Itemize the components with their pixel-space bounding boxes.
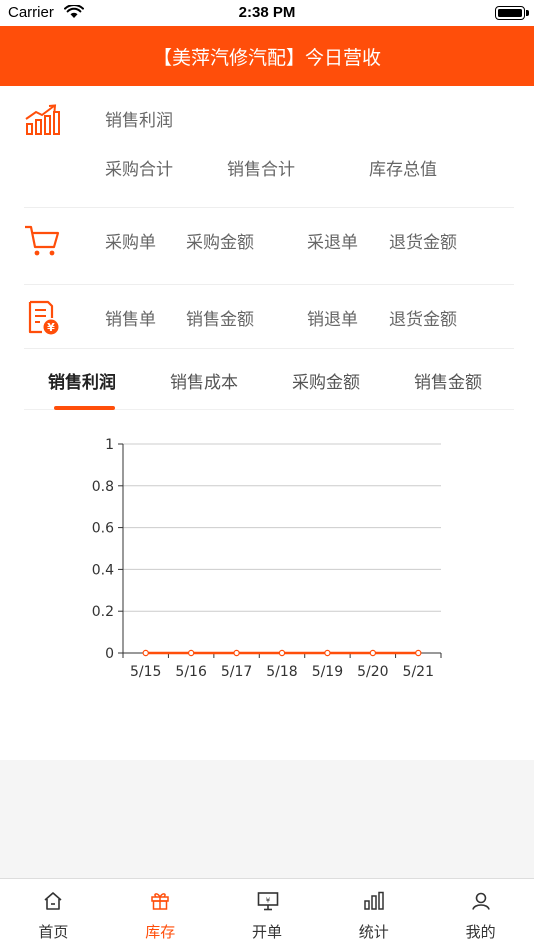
tab-purchase-amount[interactable]: 采购金额	[292, 368, 360, 393]
chart-tabs: 销售利润 销售成本 采购金额 销售金额	[24, 348, 514, 410]
divider	[24, 284, 514, 285]
y-tick-label: 0.6	[92, 521, 114, 537]
data-point	[369, 649, 377, 657]
profit-label: 销售利润	[105, 111, 173, 131]
y-tick-label: 0.4	[92, 562, 114, 578]
cart-icon	[25, 225, 60, 256]
invoice-yuan-icon: ¥	[28, 300, 59, 335]
tabbar-label: 首页	[38, 923, 69, 941]
divider	[24, 207, 514, 208]
y-tick-label: 0	[105, 646, 114, 662]
tab-active-indicator	[54, 406, 115, 410]
data-point	[278, 649, 286, 657]
monitor-icon: ¥	[257, 892, 278, 911]
battery-icon	[495, 6, 529, 20]
x-tick-label: 5/15	[130, 664, 161, 680]
tabbar-label: 库存	[145, 923, 176, 941]
sales-total-label: 销售合计	[227, 160, 295, 180]
purchase-refund-amount-label: 退货金额	[389, 233, 457, 253]
status-bar: Carrier 2:38 PM	[0, 0, 534, 26]
home-icon	[44, 892, 62, 910]
user-icon	[472, 892, 490, 910]
tabbar-label: 统计	[358, 923, 389, 941]
x-tick-label: 5/17	[221, 664, 252, 680]
trend-chart-icon	[25, 104, 60, 135]
y-tick-label: 0.8	[92, 479, 114, 495]
x-tick-label: 5/16	[175, 664, 207, 680]
purchase-total-label: 采购合计	[105, 160, 173, 180]
sales-return-label: 销退单	[307, 310, 358, 330]
x-tick-label: 5/18	[266, 664, 297, 680]
tabbar-item-home[interactable]: 首页	[0, 879, 107, 950]
x-tick-label: 5/20	[357, 664, 388, 680]
tabbar-label: 开单	[251, 923, 282, 941]
y-tick-label: 0.2	[92, 604, 114, 620]
purchase-amount-label: 采购金额	[186, 233, 254, 253]
x-tick-label: 5/21	[403, 664, 434, 680]
bottom-tab-bar: 首页 库存 ¥ 开单 统计 我的	[0, 878, 534, 950]
purchase-order-label: 采购单	[105, 233, 156, 253]
sales-refund-amount-label: 退货金额	[389, 310, 457, 330]
data-point	[187, 649, 195, 657]
gift-icon	[151, 893, 169, 910]
main-content: 销售利润 采购合计 销售合计 库存总值 采购单 采购金额 采退单 退货金额 ¥ …	[0, 86, 534, 760]
nav-header: 【美萍汽修汽配】今日营收	[0, 26, 534, 86]
tab-sales-amount[interactable]: 销售金额	[414, 368, 482, 393]
y-tick-label: 1	[105, 437, 114, 453]
tabbar-label: 我的	[465, 923, 496, 941]
tabbar-item-create-order[interactable]: ¥ 开单	[214, 879, 321, 950]
x-tick-label: 5/19	[312, 664, 343, 680]
sales-order-label: 销售单	[105, 310, 156, 330]
data-point	[415, 649, 422, 657]
purchase-return-label: 采退单	[307, 233, 358, 253]
svg-text:¥: ¥	[47, 321, 55, 334]
page-title: 【美萍汽修汽配】今日营收	[152, 47, 381, 69]
svg-text:¥: ¥	[265, 897, 270, 905]
line-chart: 0 0.2 0.4 0.6 0.8 1 5/15 5/16 5/17 5/18 5/19 5/20 5/…	[92, 437, 442, 680]
tabbar-item-inventory[interactable]: 库存	[107, 879, 214, 950]
bar-chart-icon	[364, 891, 385, 910]
data-point	[324, 649, 331, 657]
tabbar-item-profile[interactable]: 我的	[427, 879, 534, 950]
tab-sales-cost[interactable]: 销售成本	[170, 368, 238, 393]
data-point	[142, 649, 149, 657]
data-point	[233, 649, 240, 657]
sales-amount-label: 销售金额	[186, 310, 254, 330]
inventory-value-label: 库存总值	[369, 160, 437, 180]
clock: 2:38 PM	[238, 4, 296, 21]
tabbar-item-statistics[interactable]: 统计	[320, 879, 427, 950]
tab-sales-profit[interactable]: 销售利润	[48, 368, 116, 393]
